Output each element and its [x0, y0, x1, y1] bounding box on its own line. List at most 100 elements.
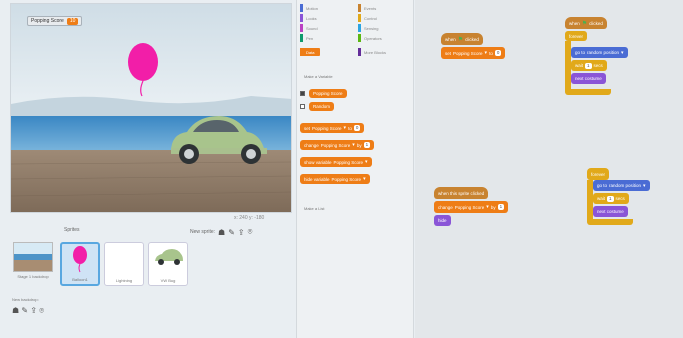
- green-flag-icon: ⚑: [457, 36, 464, 43]
- block-value-slot[interactable]: 1: [363, 142, 371, 148]
- block-keyword: clicked: [465, 36, 479, 42]
- upload-icon[interactable]: ⇪: [238, 228, 245, 237]
- change-variable-block[interactable]: change Popping Score ▾ by 1: [434, 201, 509, 213]
- make-list-button[interactable]: Make a List: [304, 206, 324, 211]
- dropdown-arrow-icon: ▾: [363, 176, 366, 182]
- sprite-tile-lightning[interactable]: Lightning: [104, 242, 144, 286]
- block-keyword: secs: [615, 196, 625, 201]
- new-backdrop-label: New backdrop:: [12, 297, 39, 302]
- dropdown-arrow-icon: ▾: [643, 182, 646, 189]
- variable-checkbox-random[interactable]: [300, 104, 305, 109]
- forever-block[interactable]: forever: [565, 31, 588, 41]
- stage-thumbnail-image: [13, 242, 53, 272]
- block-value-slot[interactable]: 0: [494, 50, 502, 56]
- category-label: Events: [364, 5, 377, 11]
- variable-checkbox-score[interactable]: [300, 91, 305, 96]
- sprite-tile-label: Balloon1: [72, 277, 88, 282]
- dropdown-arrow-icon: ▾: [352, 142, 355, 148]
- sprite-tile-car[interactable]: VW Bug: [148, 242, 188, 286]
- category-more-blocks[interactable]: More Blocks: [358, 48, 386, 56]
- balloon-thumbnail-icon: [73, 246, 87, 273]
- block-keyword: when this sprite clicked: [438, 190, 485, 196]
- hide-variable-block[interactable]: hide variable Popping Score ▾: [300, 174, 370, 184]
- variable-monitor[interactable]: Popping Score 10: [27, 16, 83, 26]
- category-data[interactable]: Data: [300, 48, 321, 56]
- sensing-swatch: [358, 24, 361, 32]
- wait-block[interactable]: wait 1 secs: [571, 60, 607, 71]
- block-value-slot[interactable]: 1: [607, 195, 614, 202]
- block-keyword: set: [445, 50, 452, 56]
- paint-brush-icon[interactable]: ✎: [228, 228, 235, 237]
- category-operators[interactable]: Operators: [358, 34, 382, 42]
- stage-coordinates: x: 240 y: -180: [234, 215, 265, 221]
- variable-reporter-score[interactable]: Popping Score: [309, 89, 347, 98]
- category-label: Sound: [306, 25, 318, 31]
- block-keyword: forever: [569, 33, 584, 39]
- hide-block[interactable]: hide: [434, 215, 451, 226]
- dropdown-arrow-icon: ▾: [343, 125, 347, 131]
- block-variable: Popping Score: [453, 50, 483, 56]
- backdrop-paint-icon[interactable]: ✎: [21, 306, 28, 315]
- backdrop-library-icon[interactable]: ☗: [12, 306, 19, 315]
- wait-block[interactable]: wait 1 secs: [593, 193, 629, 204]
- block-keyword: wait: [575, 63, 584, 68]
- change-variable-block[interactable]: change Popping Score ▾ by 1: [300, 140, 375, 150]
- block-value-slot[interactable]: 0: [353, 125, 361, 131]
- block-keyword: set: [304, 125, 311, 131]
- sprites-title: Sprites: [64, 227, 80, 233]
- show-variable-block[interactable]: show variable Popping Score ▾: [300, 157, 372, 167]
- forever-block[interactable]: forever: [587, 168, 610, 180]
- stage-thumbnail[interactable]: Stage 1 backdrop: [12, 242, 54, 292]
- backdrop-upload-icon[interactable]: ⇪: [30, 306, 37, 315]
- set-variable-block[interactable]: set Popping Score ▾ to 0: [441, 47, 506, 59]
- when-flag-clicked-hat[interactable]: when ⚑ clicked: [441, 33, 483, 45]
- category-motion[interactable]: Motion: [300, 4, 318, 12]
- sound-swatch: [300, 24, 303, 32]
- block-value-slot[interactable]: 1: [585, 62, 592, 69]
- operators-swatch: [358, 34, 361, 42]
- when-flag-clicked-hat[interactable]: when ⚑ clicked: [565, 17, 607, 29]
- camera-icon[interactable]: ⌾: [248, 227, 253, 237]
- category-events[interactable]: Events: [358, 4, 376, 12]
- stage-thumbnail-label: Stage 1 backdrop: [17, 274, 49, 279]
- dropdown-arrow-icon: ▾: [621, 49, 624, 56]
- go-to-block[interactable]: go to random position ▾: [571, 47, 628, 58]
- dropdown-arrow-icon: ▾: [484, 50, 488, 56]
- looks-swatch: [300, 14, 303, 22]
- block-keyword: go to: [597, 183, 608, 188]
- forever-block-foot: [587, 219, 633, 225]
- when-sprite-clicked-hat[interactable]: when this sprite clicked: [434, 187, 489, 199]
- block-keyword: change: [304, 142, 319, 148]
- category-control[interactable]: Control: [358, 14, 377, 22]
- category-sound[interactable]: Sound: [300, 24, 318, 32]
- set-variable-block[interactable]: set Popping Score ▾ to 0: [300, 123, 365, 133]
- control-swatch: [358, 14, 361, 22]
- go-to-block[interactable]: go to random position ▾: [593, 180, 650, 191]
- variable-reporter-random[interactable]: Random: [309, 102, 335, 111]
- sprite-tile-label: VW Bug: [160, 278, 176, 283]
- next-costume-block[interactable]: next costume: [571, 73, 606, 84]
- block-keyword: by: [356, 142, 362, 148]
- new-backdrop-toolbar: ☗ ✎ ⇪ ⌾: [12, 306, 44, 316]
- block-keyword: change: [438, 204, 453, 210]
- dropdown-arrow-icon: ▾: [365, 159, 368, 165]
- new-sprite-label: New sprite:: [190, 229, 216, 235]
- block-value-slot[interactable]: 1: [497, 204, 505, 210]
- block-variable: Popping Score: [454, 204, 485, 210]
- variable-monitor-value: 10: [66, 17, 79, 25]
- make-variable-button[interactable]: Make a Variable: [304, 74, 333, 79]
- category-looks[interactable]: Looks: [300, 14, 317, 22]
- block-keyword: next costume: [575, 76, 602, 81]
- block-keyword: go to: [575, 50, 586, 55]
- more-blocks-swatch: [358, 48, 361, 56]
- backdrop-camera-icon[interactable]: ⌾: [39, 306, 44, 315]
- block-variable: Popping Score: [320, 142, 351, 148]
- stage-canvas[interactable]: Popping Score 10: [10, 3, 292, 213]
- sprite-tile-balloon[interactable]: Balloon1: [60, 242, 100, 286]
- category-label: Motion: [306, 5, 319, 11]
- sprite-library-icon[interactable]: ☗: [218, 228, 225, 237]
- category-sensing[interactable]: Sensing: [358, 24, 378, 32]
- next-costume-block[interactable]: next costume: [593, 206, 628, 217]
- new-sprite-toolbar: New sprite: ☗ ✎ ⇪ ⌾: [190, 227, 252, 237]
- category-pen[interactable]: Pen: [300, 34, 313, 42]
